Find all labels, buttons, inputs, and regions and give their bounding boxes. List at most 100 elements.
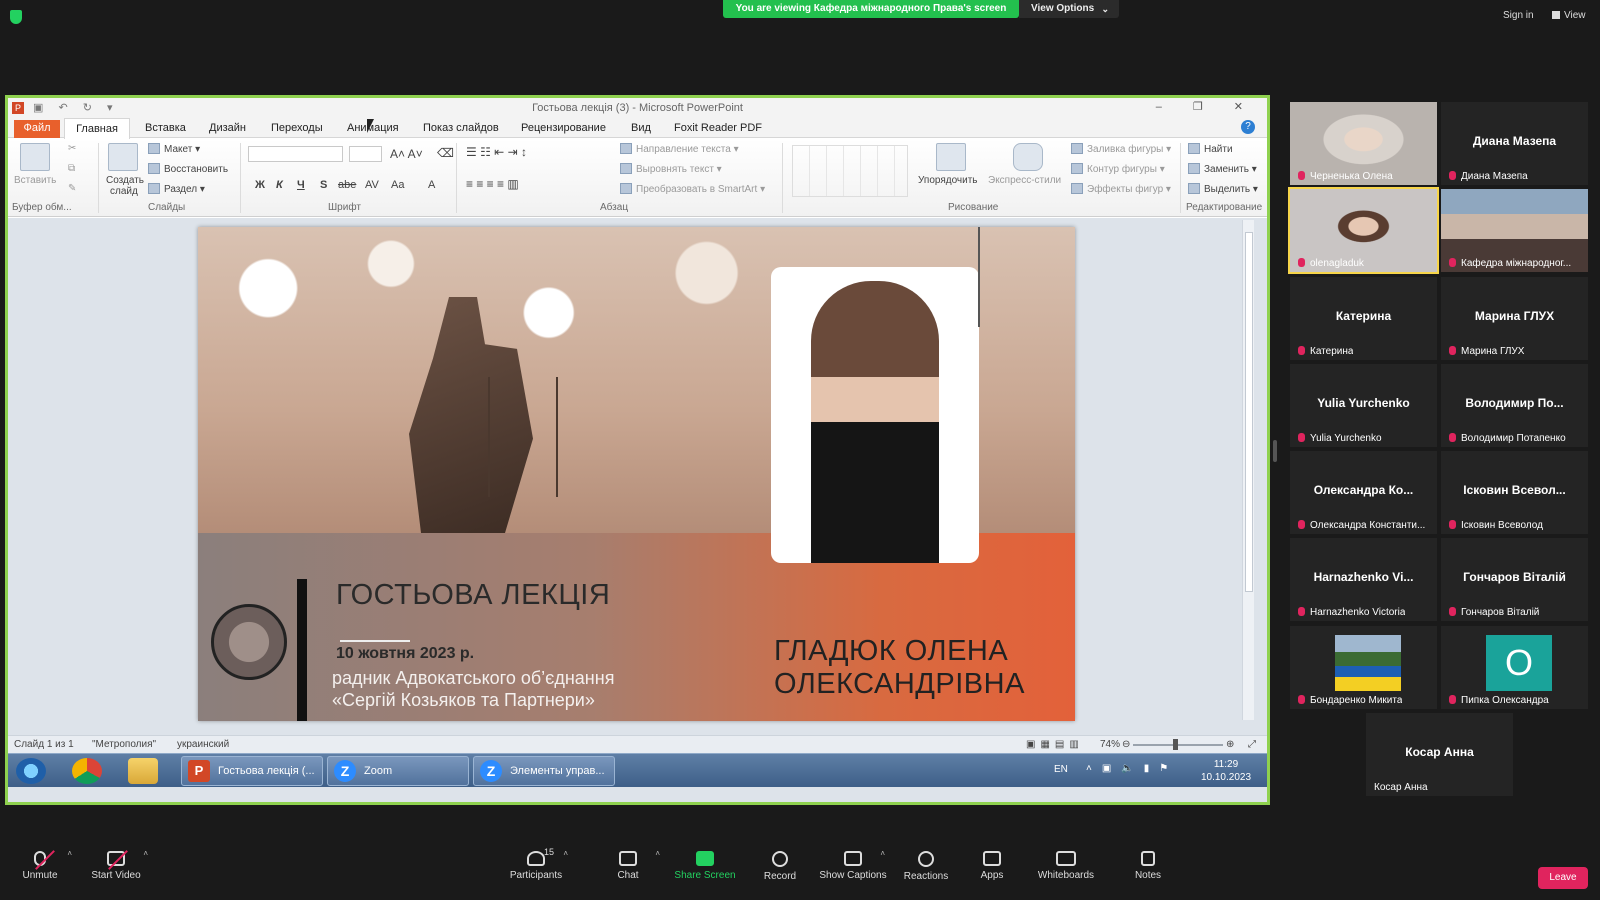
participant-tile[interactable]: Yulia Yurchenko Yulia Yurchenko (1290, 364, 1437, 447)
bold-button[interactable]: Ж (255, 179, 265, 191)
bullets-icon[interactable]: ☰ ☷ ⇤ ⇥ ↕ (466, 145, 527, 159)
chevron-up-icon[interactable]: ˄ (655, 849, 660, 858)
participant-tile[interactable]: Косар Анна Косар Анна (1366, 713, 1513, 796)
arrange-button[interactable]: Упорядочить (918, 175, 978, 186)
participant-tile[interactable]: Гончаров Віталій Гончаров Віталій (1441, 538, 1588, 621)
tab-design[interactable]: Дизайн (209, 122, 246, 134)
chevron-up-icon[interactable]: ˄ (143, 849, 148, 858)
layout-button[interactable]: Макет ▾ (148, 143, 200, 155)
arrange-icon[interactable] (936, 143, 966, 171)
italic-button[interactable]: К (276, 179, 283, 191)
participant-tile[interactable]: Катерина Катерина (1290, 277, 1437, 360)
participant-tile[interactable]: O Пипка Олександра (1441, 626, 1588, 709)
participant-tile[interactable]: Володимир По... Володимир Потапенко (1441, 364, 1588, 447)
select-button[interactable]: Выделить ▾ (1188, 183, 1258, 195)
leave-button[interactable]: Leave (1538, 867, 1588, 889)
taskbar-powerpoint[interactable]: P Гостьова лекція (... (181, 756, 323, 786)
format-painter-icon[interactable]: ✎ (68, 183, 76, 194)
apps-button[interactable]: Apps (952, 845, 1032, 881)
participant-tile[interactable]: Бондаренко Микита (1290, 626, 1437, 709)
shape-outline-button[interactable]: Контур фигуры ▾ (1071, 163, 1165, 175)
unmute-button[interactable]: Unmute ˄ (0, 845, 80, 881)
reset-button[interactable]: Восстановить (148, 163, 228, 175)
section-button[interactable]: Раздел ▾ (148, 183, 205, 195)
change-case-button[interactable]: Aa (391, 179, 404, 191)
strikethrough-button[interactable]: abe (338, 179, 356, 191)
chevron-up-icon[interactable]: ˄ (563, 849, 568, 858)
taskbar-zoom-controls[interactable]: Z Элементы управ... (473, 756, 615, 786)
zoom-slider-knob[interactable] (1173, 739, 1178, 750)
notes-button[interactable]: Notes (1108, 845, 1188, 881)
view-options-button[interactable]: View Options ⌄ (1019, 0, 1119, 18)
zoom-out-icon[interactable]: ⊖ (1122, 739, 1130, 750)
tab-file[interactable]: Файл (14, 120, 60, 138)
align-icons[interactable]: ≡ ≡ ≡ ≡ ▥ (466, 177, 519, 191)
tab-foxit[interactable]: Foxit Reader PDF (674, 122, 762, 134)
font-size-select[interactable] (349, 146, 382, 162)
help-icon[interactable]: ? (1241, 120, 1255, 134)
tab-review[interactable]: Рецензирование (521, 122, 606, 134)
zoom-level[interactable]: 74% (1100, 739, 1120, 750)
align-text-button[interactable]: Выровнять текст ▾ (620, 163, 722, 175)
cut-icon[interactable]: ✂ (68, 143, 76, 154)
tab-insert[interactable]: Вставка (145, 122, 186, 134)
shape-fill-button[interactable]: Заливка фигуры ▾ (1071, 143, 1171, 155)
paste-button[interactable]: Вставить (14, 175, 56, 186)
window-controls[interactable]: – ❐ ✕ (1156, 100, 1257, 113)
shadow-button[interactable]: S (320, 179, 327, 191)
shapes-gallery[interactable] (792, 145, 908, 197)
participant-tile[interactable]: Ісковин Всевол... Ісковин Всеволод (1441, 451, 1588, 534)
view-mode-icons[interactable]: ▣▦▤▥ (1026, 739, 1084, 750)
system-tray-icons[interactable]: ˄▣🔈▮⚑ (1086, 763, 1178, 774)
participant-tile[interactable]: Черненька Олена (1290, 102, 1437, 185)
copy-icon[interactable]: ⧉ (68, 163, 75, 174)
text-direction-button[interactable]: Направление текста ▾ (620, 143, 739, 155)
tab-transitions[interactable]: Переходы (271, 122, 323, 134)
encryption-shield-icon[interactable] (10, 10, 22, 24)
participant-tile[interactable]: Олександра Ко... Олександра Константи... (1290, 451, 1437, 534)
start-video-button[interactable]: Start Video ˄ (76, 845, 156, 881)
vertical-scrollbar[interactable] (1242, 220, 1254, 720)
record-button[interactable]: Record (740, 845, 820, 882)
zoom-in-icon[interactable]: ⊕ (1226, 739, 1234, 750)
participant-tile[interactable]: Диана Мазепа Диана Мазепа (1441, 102, 1588, 185)
keyboard-language[interactable]: EN (1054, 764, 1068, 775)
chevron-up-icon[interactable]: ˄ (880, 849, 885, 858)
file-explorer-icon[interactable] (128, 758, 158, 784)
char-spacing-button[interactable]: AV (365, 179, 379, 191)
language-indicator[interactable]: украинский (177, 739, 229, 750)
show-captions-button[interactable]: Show Captions ˄ (813, 845, 893, 881)
share-screen-button[interactable]: Share Screen (665, 845, 745, 881)
chevron-up-icon[interactable]: ˄ (67, 849, 72, 858)
new-slide-label-1[interactable]: Создать (106, 175, 144, 186)
taskbar-zoom[interactable]: Z Zoom (327, 756, 469, 786)
tab-slideshow[interactable]: Показ слайдов (423, 122, 499, 134)
tab-home[interactable]: Главная (64, 118, 130, 139)
quick-styles-button[interactable]: Экспресс-стили (988, 175, 1061, 186)
find-button[interactable]: Найти (1188, 143, 1233, 155)
smartart-button[interactable]: Преобразовать в SmartArt ▾ (620, 183, 765, 195)
fit-to-window-icon[interactable]: ⤢ (1248, 739, 1256, 750)
new-slide-label-2[interactable]: слайд (110, 186, 138, 197)
sign-in-link[interactable]: Sign in (1503, 10, 1534, 21)
shape-effects-button[interactable]: Эффекты фигур ▾ (1071, 183, 1171, 195)
participant-tile[interactable]: Кафедра міжнародног... (1441, 189, 1588, 272)
windows-start-icon[interactable] (16, 758, 46, 784)
chat-button[interactable]: Chat ˄ (588, 845, 668, 881)
gallery-resize-handle[interactable] (1273, 440, 1277, 462)
paste-icon[interactable] (20, 143, 50, 171)
chrome-icon[interactable] (72, 758, 102, 784)
clear-format-icon[interactable]: ⌫ (437, 146, 454, 160)
theme-name[interactable]: "Метрополия" (92, 739, 156, 750)
new-slide-icon[interactable] (108, 143, 138, 171)
participant-tile-active-speaker[interactable]: olenagladuk (1288, 187, 1439, 274)
tab-view[interactable]: Вид (631, 122, 651, 134)
whiteboards-button[interactable]: Whiteboards (1026, 845, 1106, 881)
font-color-button[interactable]: A (428, 179, 435, 191)
view-button[interactable]: View (1552, 10, 1586, 21)
slide[interactable]: ГОСТЬОВА ЛЕКЦІЯ 10 жовтня 2023 р. радник… (198, 227, 1075, 721)
quick-styles-icon[interactable] (1013, 143, 1043, 171)
scrollbar-thumb[interactable] (1245, 232, 1253, 592)
font-family-select[interactable] (248, 146, 343, 162)
replace-button[interactable]: Заменить ▾ (1188, 163, 1257, 175)
